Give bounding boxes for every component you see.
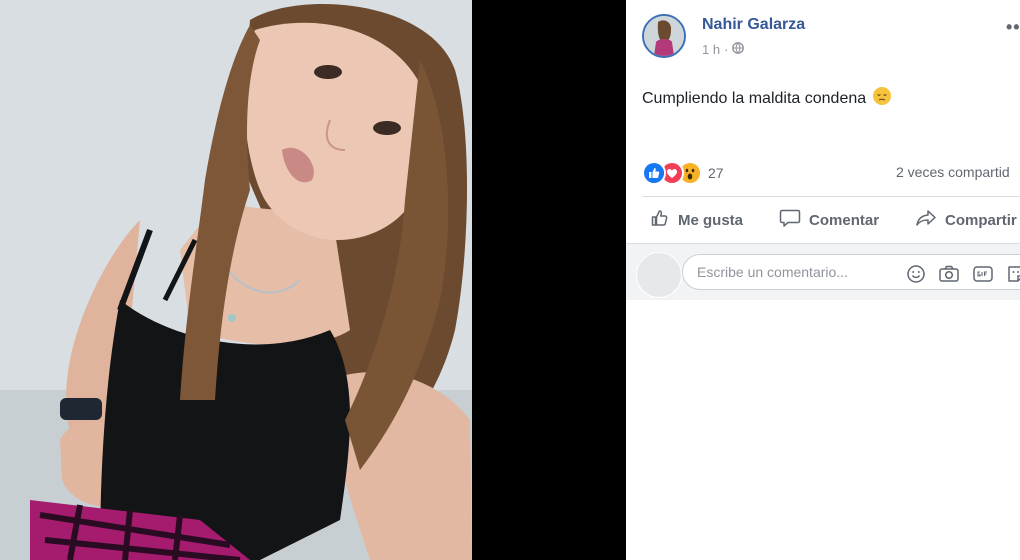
post-panel: Nahir Galarza 1 h · ••• Cumpliendo la ma… [626, 0, 1020, 560]
share-button[interactable]: Compartir [915, 208, 1017, 232]
avatar-image [644, 16, 684, 56]
reactions-summary[interactable]: 27 [642, 161, 724, 185]
comment-tools [906, 264, 1020, 284]
viewer-avatar [636, 252, 682, 298]
author-name[interactable]: Nahir Galarza [702, 16, 805, 34]
post-text: Cumpliendo la maldita condena [642, 89, 867, 107]
comment-button[interactable]: Comentar [779, 208, 879, 232]
share-label: Compartir [945, 211, 1017, 229]
black-gap [472, 0, 626, 560]
post-text-row: Cumpliendo la maldita condena [642, 86, 892, 111]
pensive-face-emoji-icon [872, 86, 892, 111]
gif-icon[interactable] [972, 264, 994, 284]
post-meta: 1 h · [702, 42, 745, 57]
like-button[interactable]: Me gusta [650, 208, 743, 232]
share-count[interactable]: 2 veces compartid [896, 164, 1010, 180]
thumbs-up-icon [650, 208, 670, 232]
post-photo[interactable] [0, 0, 472, 560]
sticker-icon[interactable] [1006, 264, 1020, 284]
author-avatar[interactable] [642, 14, 686, 58]
comment-icon [779, 208, 801, 232]
post-actions: Me gusta Comentar Compartir [650, 208, 1017, 232]
more-options-button[interactable]: ••• [1006, 17, 1020, 38]
selfie-illustration [0, 0, 472, 560]
share-icon [915, 208, 937, 232]
post-time[interactable]: 1 h [702, 42, 720, 57]
comment-label: Comentar [809, 211, 880, 229]
meta-dot: · [724, 42, 729, 57]
camera-icon[interactable] [938, 264, 960, 284]
divider [642, 196, 1020, 197]
reaction-count: 27 [708, 165, 724, 181]
emoji-icon[interactable] [906, 264, 926, 284]
globe-icon[interactable] [732, 42, 745, 57]
like-reaction-icon [642, 161, 666, 185]
comment-composer: Escribe un comentario... [626, 244, 1020, 300]
comment-placeholder: Escribe un comentario... [697, 264, 848, 280]
like-label: Me gusta [678, 211, 744, 229]
